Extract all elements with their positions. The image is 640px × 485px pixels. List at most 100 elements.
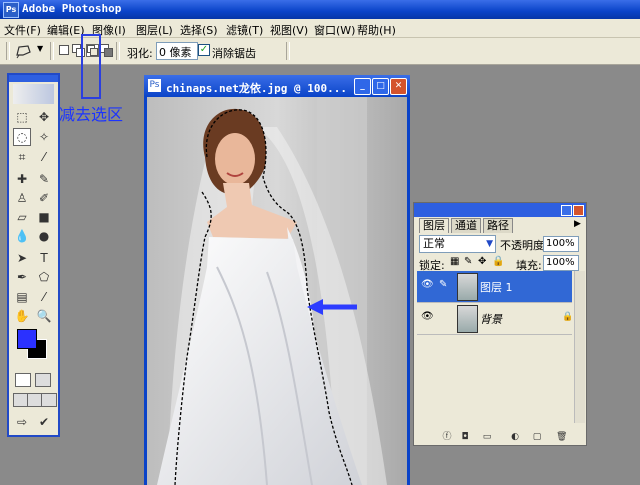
panel-close-button[interactable] xyxy=(573,205,584,216)
gradient-tool-icon[interactable]: ■ xyxy=(35,208,53,226)
menu-layer[interactable]: 图层(L) xyxy=(136,22,173,38)
grip-divider xyxy=(6,42,10,60)
chevron-down-icon[interactable]: ▼ xyxy=(37,44,43,53)
lock-transparency-icon[interactable]: ▦ xyxy=(450,256,459,267)
menu-view[interactable]: 视图(V) xyxy=(270,22,308,38)
eraser-tool-icon[interactable]: ▱ xyxy=(13,208,31,226)
marquee-tool-icon[interactable]: ⬚ xyxy=(13,108,31,126)
antialias-checkbox[interactable]: ✓ xyxy=(198,44,210,56)
tab-paths[interactable]: 路径 xyxy=(483,218,513,233)
crop-tool-icon[interactable]: ⌗ xyxy=(13,148,31,166)
layer-style-icon[interactable]: ⓕ xyxy=(442,432,452,442)
feather-input[interactable]: 0 像素 xyxy=(156,42,198,60)
options-divider xyxy=(50,42,54,60)
opacity-label: 不透明度: xyxy=(500,239,548,252)
edit-in-imageready-icon[interactable]: ✔ xyxy=(35,413,53,431)
app-title-bar: Ps Adobe Photoshop xyxy=(0,0,640,19)
menu-file[interactable]: 文件(F) xyxy=(4,22,41,38)
type-tool-icon[interactable]: T xyxy=(35,249,53,267)
jump-to-imageready-icon[interactable]: ⇨ xyxy=(13,413,31,431)
menu-filter[interactable]: 滤镜(T) xyxy=(226,22,263,38)
trash-icon[interactable]: 🗑 xyxy=(556,432,567,442)
lock-pixels-icon[interactable]: ✎ xyxy=(464,256,472,267)
brush-tool-icon[interactable]: ✎ xyxy=(35,170,53,188)
quickmask-mode-icon[interactable] xyxy=(35,373,51,387)
document-icon: Ps xyxy=(148,79,161,92)
slice-tool-icon[interactable]: ⁄ xyxy=(35,148,53,166)
layer-name: 图层 1 xyxy=(480,281,513,294)
panel-menu-arrow-icon[interactable]: ▶ xyxy=(574,219,581,229)
layers-scrollbar[interactable] xyxy=(574,271,585,423)
new-layer-icon[interactable]: ▢ xyxy=(532,432,542,442)
close-button[interactable]: ✕ xyxy=(390,78,407,95)
stamp-tool-icon[interactable]: ♙ xyxy=(13,189,31,207)
layer-name: 背景 xyxy=(480,313,502,326)
opacity-input[interactable]: 100% xyxy=(543,236,579,252)
bride-photo xyxy=(147,97,407,485)
notes-tool-icon[interactable]: ▤ xyxy=(13,288,31,306)
maximize-button[interactable]: □ xyxy=(372,78,389,95)
menu-window[interactable]: 窗口(W) xyxy=(314,22,355,38)
options-divider xyxy=(286,42,290,60)
layers-panel-header[interactable] xyxy=(414,203,586,217)
layer-row-background[interactable]: 👁 背景 🔒 xyxy=(417,303,574,335)
menu-select[interactable]: 选择(S) xyxy=(180,22,218,38)
tab-channels[interactable]: 通道 xyxy=(451,218,481,233)
lock-icon: 🔒 xyxy=(562,312,574,322)
lock-all-icon[interactable]: 🔒 xyxy=(492,256,504,267)
dodge-tool-icon[interactable]: ● xyxy=(35,227,53,245)
lasso-tool-preset-icon[interactable] xyxy=(14,43,34,59)
chevron-down-icon: ▼ xyxy=(486,239,493,249)
magic-wand-icon[interactable]: ✧ xyxy=(35,128,53,146)
pen-tool-icon[interactable]: ✒ xyxy=(13,268,31,286)
history-brush-icon[interactable]: ✐ xyxy=(35,189,53,207)
minimize-button[interactable]: _ xyxy=(354,78,371,95)
layer-mask-icon[interactable]: ◘ xyxy=(460,432,470,442)
blend-mode-select[interactable]: 正常 ▼ xyxy=(419,235,496,253)
move-tool-icon[interactable]: ✥ xyxy=(35,108,53,126)
app-title: Adobe Photoshop xyxy=(22,2,122,15)
intersect-selection-icon[interactable] xyxy=(100,44,113,57)
options-divider xyxy=(116,42,120,60)
toolbox-header[interactable] xyxy=(9,75,58,82)
document-window: Ps chinaps.net龙依.jpg @ 100... _ □ ✕ xyxy=(144,75,410,485)
new-selection-icon[interactable] xyxy=(58,44,70,56)
lasso-tool-icon[interactable]: ◌ xyxy=(13,128,31,146)
annotation-highlight-box xyxy=(81,34,101,99)
hand-tool-icon[interactable]: ✋ xyxy=(13,307,31,325)
layer-row-layer1[interactable]: 👁 ✎ 图层 1 xyxy=(417,271,572,303)
photoshop-icon: Ps xyxy=(3,2,19,18)
document-title: chinaps.net龙依.jpg @ 100... xyxy=(166,82,347,95)
lock-position-icon[interactable]: ✥ xyxy=(478,256,486,267)
blend-mode-value: 正常 xyxy=(423,237,445,250)
blur-tool-icon[interactable]: 💧 xyxy=(13,227,31,245)
layers-panel: 图层 通道 路径 ▶ 正常 ▼ 不透明度: 100% 锁定: ▦ ✎ ✥ 🔒 填… xyxy=(413,202,587,446)
layer-thumbnail xyxy=(457,305,478,333)
zoom-tool-icon[interactable]: 🔍 xyxy=(35,307,53,325)
tab-layers[interactable]: 图层 xyxy=(419,218,449,233)
menu-help[interactable]: 帮助(H) xyxy=(357,22,396,38)
standard-mode-icon[interactable] xyxy=(15,373,31,387)
antialias-label: 消除锯齿 xyxy=(212,47,256,60)
shape-tool-icon[interactable]: ⬠ xyxy=(35,268,53,286)
foreground-color-swatch[interactable] xyxy=(17,329,37,349)
adobe-feather-logo xyxy=(13,84,54,104)
adjustment-layer-icon[interactable]: ◐ xyxy=(510,432,520,442)
eye-icon[interactable]: 👁 xyxy=(421,311,434,322)
document-title-bar[interactable]: Ps chinaps.net龙依.jpg @ 100... _ □ ✕ xyxy=(144,75,410,97)
healing-brush-icon[interactable]: ✚ xyxy=(13,170,31,188)
layer-thumbnail xyxy=(457,273,478,301)
feather-label: 羽化: xyxy=(127,47,153,60)
layer-set-icon[interactable]: ▭ xyxy=(482,432,492,442)
panel-minimize-button[interactable] xyxy=(561,205,572,216)
path-select-icon[interactable]: ➤ xyxy=(13,249,31,267)
eye-icon[interactable]: 👁 xyxy=(421,279,434,290)
menu-edit[interactable]: 编辑(E) xyxy=(47,22,85,38)
toolbox-panel: ⬚ ✥ ◌ ✧ ⌗ ⁄ ✚ ✎ ♙ ✐ ▱ ■ 💧 ● ➤ T ✒ ⬠ ▤ ⁄ … xyxy=(7,73,60,437)
annotation-label: 减去选区 xyxy=(59,105,124,124)
image-canvas[interactable] xyxy=(147,97,407,485)
eyedropper-icon[interactable]: ⁄ xyxy=(35,288,53,306)
fill-input[interactable]: 100% xyxy=(543,255,579,271)
screen-mode-full-icon[interactable] xyxy=(41,393,57,407)
brush-link-icon[interactable]: ✎ xyxy=(439,279,447,290)
